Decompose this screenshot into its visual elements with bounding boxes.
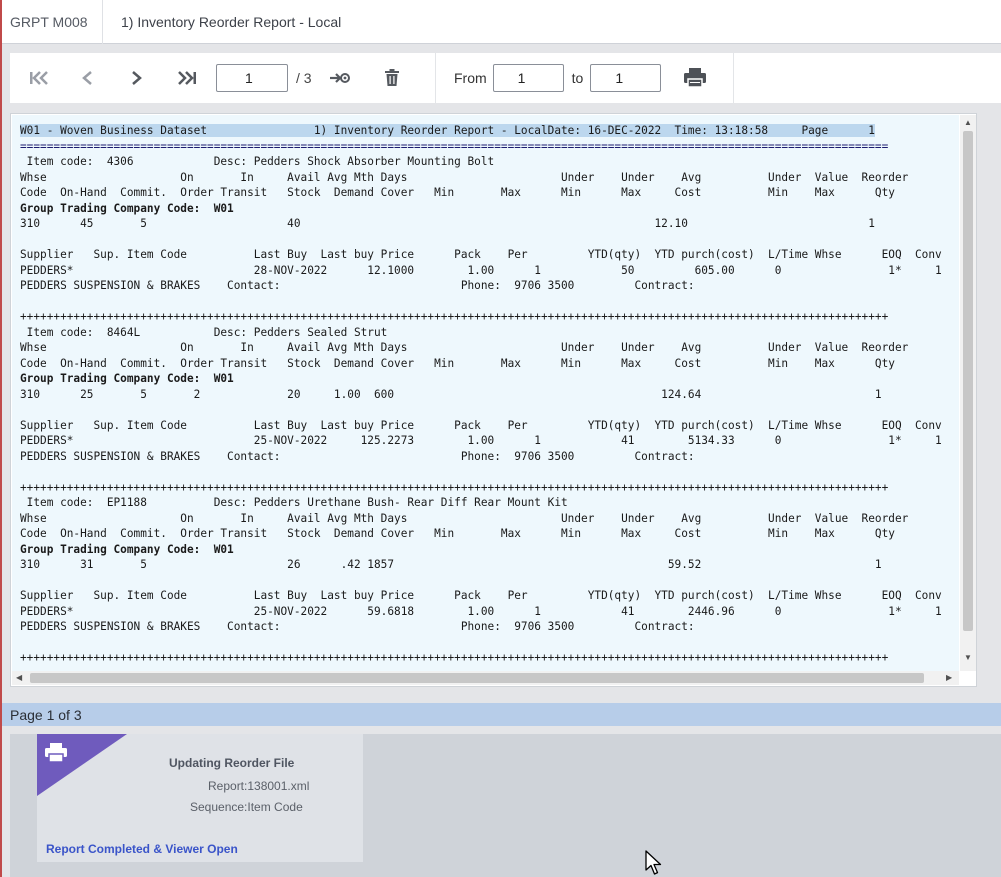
- next-page-icon: [132, 71, 142, 85]
- delete-report-button[interactable]: [380, 63, 404, 93]
- report-line: Group Trading Company Code: W01: [20, 372, 234, 385]
- report-line: Group Trading Company Code: W01: [20, 542, 234, 556]
- scroll-down-icon[interactable]: ▼: [964, 653, 972, 663]
- from-page-input[interactable]: [492, 64, 564, 92]
- total-pages-label: / 3: [296, 70, 312, 86]
- first-page-icon: [30, 71, 48, 85]
- report-toolbar: / 3 From: [10, 53, 1001, 103]
- report-line: Whse On In Avail Avg Mth Days Under Unde…: [20, 511, 909, 525]
- notification-report: Report:138001.xml: [208, 779, 310, 793]
- to-page-input[interactable]: [590, 64, 662, 92]
- scroll-left-icon[interactable]: ◀: [16, 673, 22, 683]
- report-line: Group Trading Company Code: W01: [20, 201, 234, 215]
- report-line: PEDDERS* 25-NOV-2022 125.2273 1.00 1 41 …: [20, 434, 942, 447]
- report-line: [20, 294, 959, 310]
- report-line: Code On-Hand Commit. Order Transit Stock…: [20, 186, 895, 199]
- report-line: Item code: 4306 Desc: Pedders Shock Abso…: [20, 155, 495, 168]
- scroll-up-icon[interactable]: ▲: [964, 118, 972, 128]
- report-line: W01 - Woven Business Dataset 1) Inventor…: [20, 124, 875, 137]
- notification-title: Updating Reorder File: [169, 756, 295, 770]
- vertical-scroll-thumb[interactable]: [963, 131, 973, 631]
- report-line: PEDDERS SUSPENSION & BRAKES Contact: Pho…: [20, 449, 695, 463]
- last-page-button[interactable]: [174, 63, 200, 93]
- report-line: ++++++++++++++++++++++++++++++++++++++++…: [20, 651, 889, 664]
- next-page-button[interactable]: [126, 63, 148, 93]
- report-viewer: W01 - Woven Business Dataset 1) Inventor…: [10, 113, 977, 687]
- report-line: Whse On In Avail Avg Mth Days Under Unde…: [20, 341, 909, 354]
- report-tab-title[interactable]: 1) Inventory Reorder Report - Local: [103, 14, 341, 30]
- page-status-bar: Page 1 of 3: [2, 703, 1001, 726]
- from-label: From: [454, 70, 487, 86]
- report-line: PEDDERS* 25-NOV-2022 59.6818 1.00 1 41 2…: [20, 604, 942, 618]
- report-line: ++++++++++++++++++++++++++++++++++++++++…: [20, 480, 889, 494]
- report-content[interactable]: W01 - Woven Business Dataset 1) Inventor…: [12, 115, 959, 671]
- to-label: to: [571, 70, 584, 86]
- report-line: Item code: EP1188 Desc: Pedders Urethane…: [20, 496, 568, 509]
- report-line: [20, 635, 959, 651]
- go-to-page-button[interactable]: [328, 63, 352, 93]
- previous-page-button[interactable]: [76, 63, 98, 93]
- report-line: [20, 402, 959, 418]
- report-line: Code On-Hand Commit. Order Transit Stock…: [20, 356, 895, 370]
- report-line: Supplier Sup. Item Code Last Buy Last bu…: [20, 248, 942, 261]
- printer-icon: [45, 743, 67, 768]
- printer-icon: [684, 68, 707, 88]
- report-line: 310 25 5 2 20 1.00 600 124.64 1: [20, 387, 882, 401]
- page-navigation-group: / 3: [10, 53, 436, 103]
- notification-card: Updating Reorder File Report:138001.xml …: [37, 734, 363, 862]
- report-line: Whse On In Avail Avg Mth Days Under Unde…: [20, 170, 909, 184]
- previous-page-icon: [82, 71, 92, 85]
- print-button[interactable]: [681, 63, 709, 93]
- report-line: Item code: 8464L Desc: Pedders Sealed St…: [20, 325, 388, 339]
- scroll-right-icon[interactable]: ▶: [946, 673, 952, 683]
- report-line: PEDDERS* 28-NOV-2022 12.1000 1.00 1 50 6…: [20, 263, 942, 277]
- program-code: GRPT M008: [2, 0, 103, 44]
- notification-sequence: Sequence:Item Code: [190, 800, 303, 814]
- header-bar: GRPT M008 1) Inventory Reorder Report - …: [2, 0, 1001, 44]
- last-page-icon: [178, 71, 196, 85]
- left-accent-bar: [0, 0, 2, 877]
- print-range-group: From to: [436, 53, 734, 103]
- vertical-scrollbar[interactable]: ▲ ▼: [960, 115, 976, 671]
- report-line: ++++++++++++++++++++++++++++++++++++++++…: [20, 310, 889, 323]
- horizontal-scrollbar[interactable]: ◀ ▶: [12, 671, 959, 685]
- report-line: 310 31 5 26 .42 1857 59.52 1: [20, 558, 882, 571]
- report-completed-link[interactable]: Report Completed & Viewer Open: [46, 842, 238, 856]
- first-page-button[interactable]: [26, 63, 52, 93]
- go-to-page-icon: [329, 73, 350, 83]
- report-viewer-window: GRPT M008 1) Inventory Reorder Report - …: [0, 0, 1001, 877]
- report-line: [20, 573, 959, 589]
- report-line: Supplier Sup. Item Code Last Buy Last bu…: [20, 418, 942, 432]
- report-line: [20, 464, 959, 480]
- report-line: PEDDERS SUSPENSION & BRAKES Contact: Pho…: [20, 279, 695, 292]
- notification-area: Updating Reorder File Report:138001.xml …: [10, 734, 1001, 877]
- report-line: [20, 232, 959, 248]
- mouse-cursor-icon: [645, 850, 662, 875]
- report-lines: W01 - Woven Business Dataset 1) Inventor…: [20, 123, 959, 666]
- report-line: PEDDERS SUSPENSION & BRAKES Contact: Pho…: [20, 620, 695, 633]
- report-line: Supplier Sup. Item Code Last Buy Last bu…: [20, 589, 942, 602]
- report-line: 310 45 5 40 12.10 1: [20, 217, 875, 230]
- trash-icon: [384, 69, 399, 86]
- report-line: Code On-Hand Commit. Order Transit Stock…: [20, 527, 895, 540]
- report-line: ========================================…: [20, 139, 889, 153]
- current-page-input[interactable]: [216, 64, 288, 92]
- horizontal-scroll-thumb[interactable]: [30, 673, 924, 683]
